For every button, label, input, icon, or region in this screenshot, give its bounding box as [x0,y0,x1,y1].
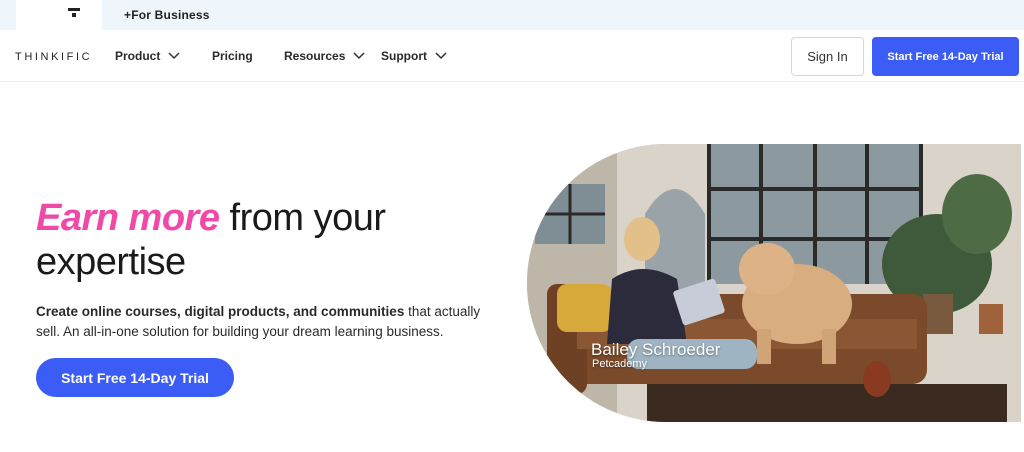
top-strip: +For Business [0,0,1024,30]
chevron-down-icon [168,52,180,60]
photo-caption-org: Petcademy [592,358,648,370]
hero-headline: Earn more from your expertise [36,196,506,284]
for-business-link[interactable]: +For Business [124,8,210,22]
nav-item-label: Pricing [212,49,253,63]
main-nav: THINKIFIC Product Pricing Resources Supp… [0,30,1024,82]
sign-in-button[interactable]: Sign In [791,37,864,76]
thinkific-tab[interactable] [16,0,102,30]
nav-item-resources[interactable]: Resources [284,49,365,63]
start-trial-button-nav[interactable]: Start Free 14-Day Trial [872,37,1019,76]
nav-item-label: Product [115,49,161,63]
thinkific-mark-icon [68,8,80,17]
headline-rest: from your [229,197,386,239]
hero-subtitle: Create online courses, digital products,… [36,302,496,342]
headline-line2: expertise [36,241,186,283]
nav-item-label: Support [381,49,427,63]
nav-item-pricing[interactable]: Pricing [212,49,253,63]
photo-illustration [527,144,1021,422]
start-trial-button-hero[interactable]: Start Free 14-Day Trial [36,358,234,397]
nav-item-support[interactable]: Support [381,49,447,63]
chevron-down-icon [435,52,447,60]
subtitle-bold: Create online courses, digital products,… [36,304,405,319]
chevron-down-icon [353,52,365,60]
headline-accent: Earn more [36,197,220,239]
hero-photo: Bailey Schroeder Petcademy [527,144,1021,422]
nav-item-label: Resources [284,49,346,63]
nav-item-product[interactable]: Product [115,49,180,63]
logo[interactable]: THINKIFIC [15,51,92,63]
photo-caption-name: Bailey Schroeder [591,340,721,359]
